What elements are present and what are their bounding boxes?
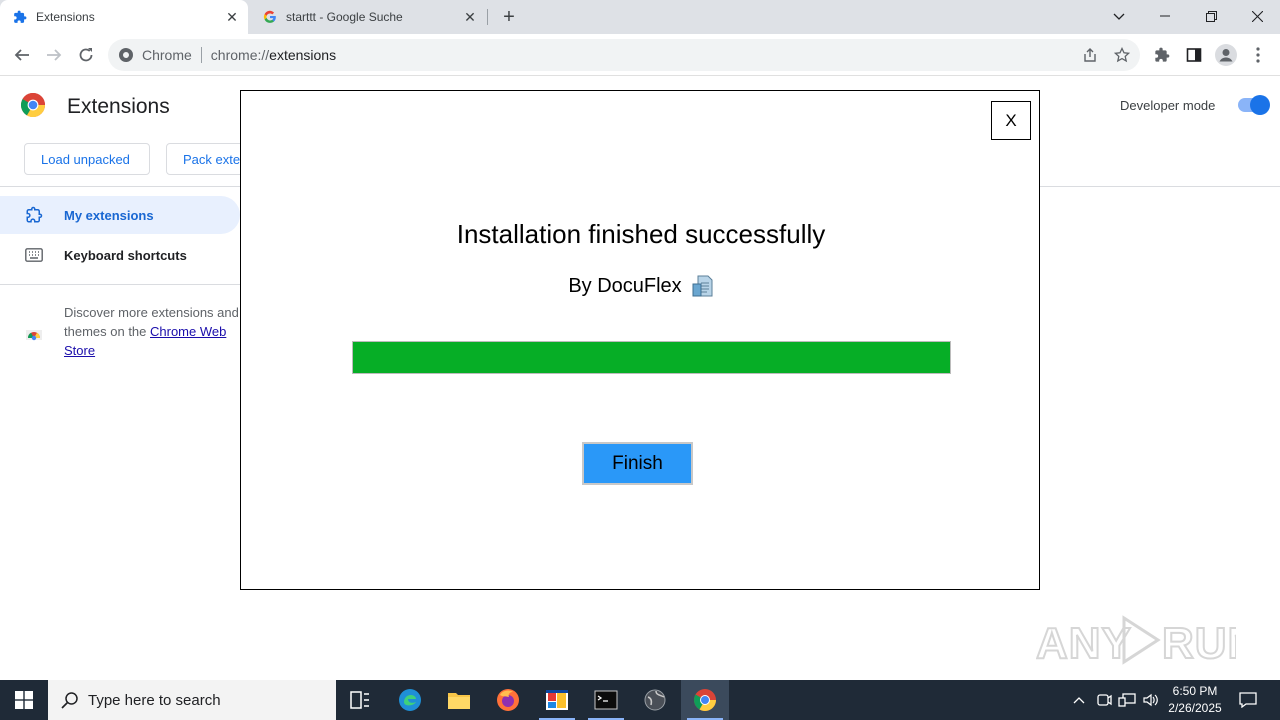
- share-icon[interactable]: [1080, 45, 1100, 65]
- discover-more-text: Discover more extensions and themes on t…: [64, 305, 239, 358]
- google-icon: [262, 9, 278, 25]
- dialog-subtitle: By DocuFlex: [241, 274, 1041, 298]
- pack-extension-button[interactable]: Pack exte: [166, 143, 246, 175]
- sidebar-item-keyboard-shortcuts[interactable]: Keyboard shortcuts: [0, 236, 240, 274]
- address-bar[interactable]: Chrome chrome://extensions: [108, 39, 1140, 71]
- close-icon[interactable]: ✕: [460, 7, 480, 27]
- start-button[interactable]: [0, 680, 48, 720]
- forward-button[interactable]: [40, 41, 68, 69]
- tab-search-icon[interactable]: [1096, 0, 1142, 32]
- taskbar-network-app[interactable]: [631, 680, 679, 720]
- meet-now-icon[interactable]: [1093, 680, 1115, 720]
- omnibox-url: chrome://extensions: [210, 47, 337, 63]
- keyboard-icon: [24, 245, 44, 265]
- document-icon: [692, 275, 713, 297]
- folder-icon: [448, 693, 470, 709]
- anyrun-watermark: ANY RUN: [1036, 610, 1236, 672]
- windows-logo-icon: [15, 691, 33, 709]
- side-panel-icon[interactable]: [1182, 43, 1206, 67]
- application-icon: [546, 690, 568, 710]
- load-unpacked-button[interactable]: Load unpacked: [24, 143, 150, 175]
- finish-button[interactable]: Finish: [582, 442, 693, 485]
- taskbar-terminal[interactable]: [582, 680, 630, 720]
- sidebar-item-label: My extensions: [64, 207, 154, 223]
- bookmark-star-icon[interactable]: [1112, 45, 1132, 65]
- chrome-icon: [694, 689, 716, 711]
- search-placeholder: Type here to search: [88, 691, 221, 709]
- omnibox-chip: Chrome: [142, 47, 192, 63]
- svg-text:ANY: ANY: [1036, 619, 1132, 668]
- edge-icon: [399, 689, 421, 711]
- taskbar-edge[interactable]: [386, 680, 434, 720]
- developer-mode-label: Developer mode: [1120, 98, 1216, 113]
- sidebar-item-label: Keyboard shortcuts: [64, 247, 187, 263]
- tab-title: starttt - Google Suche: [286, 10, 403, 24]
- new-tab-button[interactable]: +: [498, 6, 520, 28]
- firefox-icon: [497, 689, 519, 711]
- globe-icon: [644, 689, 666, 711]
- close-window-button[interactable]: [1234, 0, 1280, 32]
- sidebar-item-my-extensions[interactable]: My extensions: [0, 196, 240, 234]
- taskbar-file-explorer[interactable]: [435, 680, 483, 720]
- notifications-icon[interactable]: [1234, 680, 1262, 720]
- browser-toolbar: Chrome chrome://extensions: [0, 34, 1280, 76]
- profile-avatar-icon[interactable]: [1214, 43, 1238, 67]
- svg-text:RUN: RUN: [1162, 619, 1236, 668]
- search-icon: [61, 692, 78, 709]
- minimize-button[interactable]: [1142, 0, 1188, 32]
- taskbar-firefox[interactable]: [484, 680, 532, 720]
- clock-time: 6:50 PM: [1172, 684, 1218, 698]
- anyrun-logo: ANY RUN: [1036, 615, 1236, 669]
- progress-fill: [353, 342, 950, 373]
- task-view-icon: [350, 691, 369, 709]
- dialog-title: Installation finished successfully: [456, 219, 826, 249]
- task-view-button[interactable]: [336, 680, 384, 720]
- installer-dialog: X Installation finished successfully By …: [240, 90, 1040, 590]
- taskbar-clock[interactable]: 6:50 PM 2/26/2025: [1160, 683, 1230, 717]
- extensions-puzzle-icon[interactable]: [1150, 43, 1174, 67]
- web-store-icon: [26, 330, 42, 341]
- taskbar-app-colorful[interactable]: [533, 680, 581, 720]
- puzzle-icon: [12, 9, 28, 25]
- volume-icon[interactable]: [1140, 680, 1162, 720]
- taskbar-search-box[interactable]: Type here to search: [48, 680, 336, 720]
- chrome-icon: [119, 48, 133, 62]
- close-icon[interactable]: ✕: [222, 7, 242, 27]
- dialog-close-button[interactable]: X: [991, 101, 1031, 140]
- network-icon[interactable]: [1116, 680, 1138, 720]
- extension-icon: [24, 205, 44, 225]
- back-button[interactable]: [8, 41, 36, 69]
- reload-button[interactable]: [72, 41, 100, 69]
- tab-title: Extensions: [36, 10, 95, 24]
- developer-mode-toggle[interactable]: [1238, 95, 1270, 115]
- tab-google-search[interactable]: starttt - Google Suche ✕: [250, 0, 486, 34]
- sidebar-divider: [0, 284, 240, 285]
- terminal-icon: [594, 690, 618, 710]
- chrome-logo-icon: [21, 93, 45, 117]
- tab-extensions[interactable]: Extensions ✕: [0, 0, 248, 34]
- windows-taskbar: Type here to search 6:50 PM 2/26/2025: [0, 680, 1280, 720]
- restore-button[interactable]: [1188, 0, 1234, 32]
- menu-kebab-icon[interactable]: [1246, 43, 1270, 67]
- install-progress-bar: [352, 341, 951, 374]
- toggle-knob: [1250, 95, 1270, 115]
- tab-separator: [487, 9, 488, 25]
- tray-overflow-chevron-icon[interactable]: [1068, 680, 1090, 720]
- omnibox-divider: [200, 47, 202, 63]
- publisher-label: By DocuFlex: [568, 274, 682, 297]
- tab-strip: Extensions ✕ starttt - Google Suche ✕ +: [0, 0, 1280, 34]
- clock-date: 2/26/2025: [1168, 701, 1222, 715]
- page-title: Extensions: [67, 95, 170, 118]
- taskbar-chrome[interactable]: [681, 680, 729, 720]
